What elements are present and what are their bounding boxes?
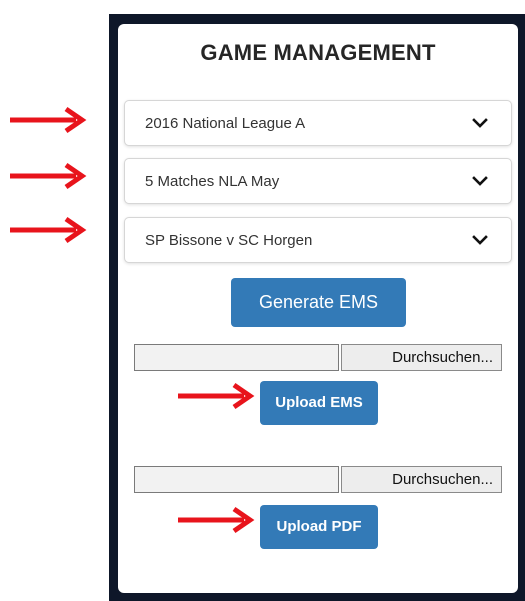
red-arrow-icon — [10, 162, 87, 190]
red-arrow-icon — [178, 506, 255, 534]
chevron-down-icon — [472, 118, 488, 128]
red-arrow-icon — [178, 382, 255, 410]
ems-file-path-field[interactable] — [134, 344, 339, 371]
game-select-value: SP Bissone v SC Horgen — [145, 232, 313, 249]
league-select-value: 2016 National League A — [145, 115, 306, 132]
match-group-select[interactable]: 5 Matches NLA May — [124, 158, 512, 204]
league-select[interactable]: 2016 National League A — [124, 100, 512, 146]
chevron-down-icon — [472, 176, 488, 186]
generate-ems-button[interactable]: Generate EMS — [231, 278, 406, 327]
red-arrow-icon — [10, 106, 87, 134]
match-group-select-value: 5 Matches NLA May — [145, 173, 280, 190]
pdf-browse-button[interactable]: Durchsuchen... — [341, 466, 502, 493]
panel-title: GAME MANAGEMENT — [200, 40, 436, 65]
ems-browse-button[interactable]: Durchsuchen... — [341, 344, 502, 371]
chevron-down-icon — [472, 235, 488, 245]
pdf-file-path-field[interactable] — [134, 466, 339, 493]
upload-ems-button[interactable]: Upload EMS — [260, 381, 378, 425]
game-select[interactable]: SP Bissone v SC Horgen — [124, 217, 512, 263]
upload-pdf-button[interactable]: Upload PDF — [260, 505, 378, 549]
red-arrow-icon — [10, 216, 87, 244]
